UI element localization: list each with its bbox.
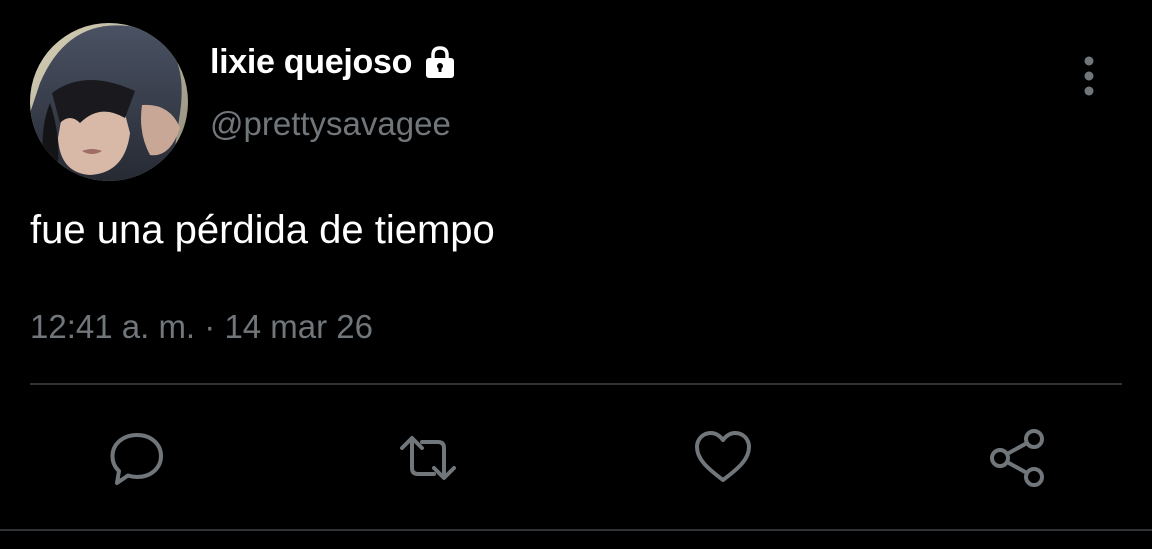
more-vertical-icon[interactable] bbox=[1070, 52, 1108, 100]
lock-icon bbox=[422, 44, 458, 80]
reply-button[interactable] bbox=[107, 428, 167, 488]
tweet-date: 14 mar 26 bbox=[224, 308, 374, 345]
tweet-timestamp[interactable]: 12:41 a. m. · 14 mar 26 bbox=[30, 308, 373, 346]
avatar-image bbox=[30, 23, 188, 181]
like-button[interactable] bbox=[693, 428, 753, 488]
share-icon bbox=[990, 429, 1044, 487]
tweet-text: fue una pérdida de tiempo bbox=[30, 208, 495, 252]
author-handle[interactable]: @prettysavagee bbox=[210, 105, 451, 143]
tweet-time: 12:41 a. m. bbox=[30, 308, 196, 345]
reply-icon bbox=[110, 433, 163, 485]
divider bbox=[30, 383, 1122, 385]
author-name-row[interactable]: lixie quejoso bbox=[210, 40, 458, 84]
meta-separator: · bbox=[195, 308, 225, 345]
retweet-button[interactable] bbox=[398, 428, 458, 488]
retweet-icon bbox=[400, 436, 456, 480]
heart-icon bbox=[695, 431, 751, 482]
display-name[interactable]: lixie quejoso bbox=[210, 43, 412, 82]
avatar[interactable] bbox=[30, 23, 188, 181]
share-button[interactable] bbox=[988, 428, 1048, 488]
divider bbox=[0, 529, 1152, 531]
